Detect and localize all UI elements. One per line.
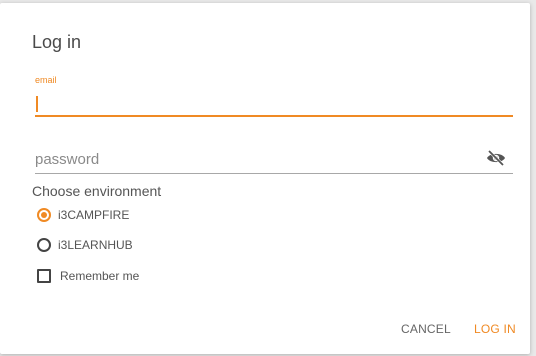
radio-label: i3CAMPFIRE [58, 208, 130, 222]
email-field[interactable] [35, 89, 513, 117]
eye-off-icon[interactable] [485, 149, 507, 167]
remember-me-checkbox[interactable]: Remember me [37, 269, 139, 283]
environment-label: Choose environment [32, 183, 162, 199]
text-cursor [36, 96, 38, 112]
radio-checked-icon[interactable] [37, 208, 51, 222]
radio-option-i3learnhub[interactable]: i3LEARNHUB [37, 238, 133, 252]
radio-label: i3LEARNHUB [58, 238, 133, 252]
radio-unchecked-icon[interactable] [37, 238, 51, 252]
dialog-title: Log in [32, 32, 82, 52]
password-underline [35, 173, 513, 174]
login-dialog: Log in email Choose environment i3CAMPFI… [0, 3, 530, 354]
radio-option-i3campfire[interactable]: i3CAMPFIRE [37, 208, 129, 222]
checkbox-icon[interactable] [37, 269, 51, 283]
login-button[interactable]: LOG IN [474, 322, 516, 336]
remember-me-label: Remember me [60, 269, 140, 283]
password-field[interactable] [35, 147, 483, 171]
email-label: email [35, 75, 57, 85]
cancel-button[interactable]: CANCEL [401, 322, 451, 336]
